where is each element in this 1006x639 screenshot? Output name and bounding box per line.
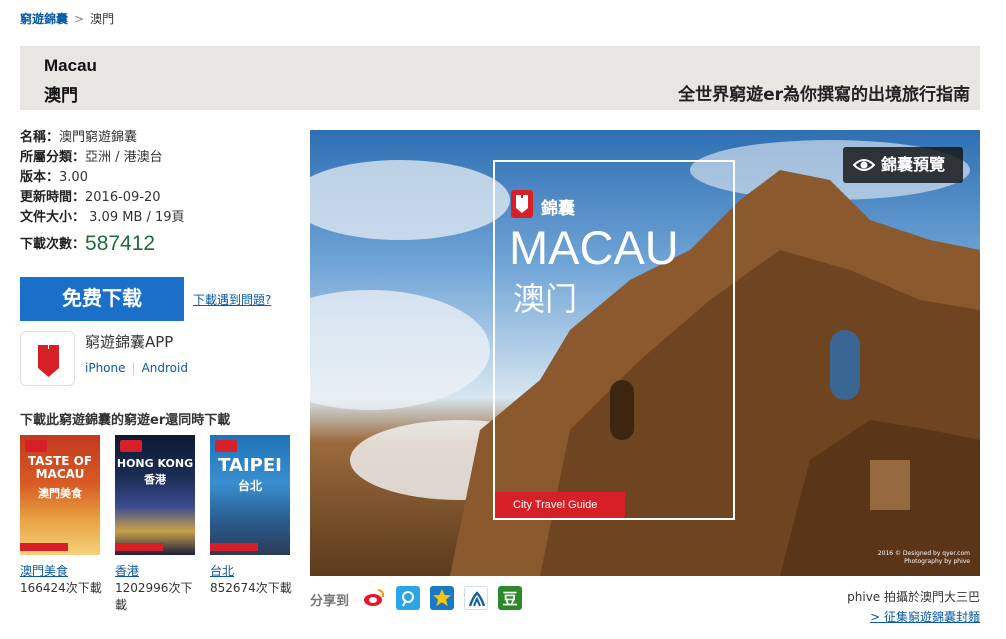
related-guide-count: 1202996次下載 [115,581,193,612]
android-link[interactable]: Android [142,361,188,375]
douban-icon[interactable]: 豆 [498,586,522,610]
page-title-zh: 澳門 [44,86,78,106]
qyer-badge-icon [120,440,142,452]
info-label: 所屬分類： [20,150,86,165]
cover-brand: 錦囊 [541,199,575,219]
related-guide-link[interactable]: 澳門美食 [20,562,68,579]
breadcrumb-root-link[interactable]: 窮遊錦囊 [20,12,68,26]
guide-info: 名稱：澳門窮遊錦囊 所屬分類：亞洲 / 港澳台 版本：3.00 更新時間：201… [20,128,300,255]
tencent-weibo-icon[interactable] [396,586,420,610]
qyer-logo-icon [38,345,59,377]
guide-preview-button[interactable]: 錦囊預覽 [843,147,963,183]
cover-strip [20,543,68,551]
info-label: 下載次數： [20,237,86,252]
cover-guide-label: City Travel Guide [495,492,625,518]
qyer-badge-icon [215,440,237,452]
download-count: 587412 [85,232,156,255]
info-label: 更新時間： [20,190,86,205]
breadcrumb-separator: > [74,12,85,26]
info-value: 亞洲 / 港澳台 [85,150,163,165]
qyer-logo-icon [511,190,533,218]
info-label: 文件大小： [20,210,86,225]
download-help-link[interactable]: 下載遇到問題? [193,291,271,308]
cover-title-zh: 澳門美食 [38,487,82,500]
eye-icon [853,159,875,171]
cover-strip [210,543,258,551]
related-guide-count: 166424次下載 [20,581,102,595]
photo-credit: phive 拍攝於澳門大三巴 [847,590,980,604]
info-label: 版本： [20,170,60,185]
also-downloaded-title: 下載此窮遊錦囊的窮遊er還同時下載 [20,413,231,428]
breadcrumb: 窮遊錦囊 > 澳門 [20,10,114,27]
renren-icon[interactable] [464,586,488,610]
iphone-link[interactable]: iPhone [85,361,126,375]
cover-title: TAIPEI [218,455,282,476]
page-title-en: Macau [44,56,97,75]
link-divider: | [131,361,136,375]
header-slogan: 全世界窮遊er為你撰寫的出境旅行指南 [678,85,970,105]
svg-text:豆: 豆 [502,590,517,608]
info-value: 澳門窮遊錦囊 [59,130,138,145]
cover-credit: 2016 © Designed by qyer.com Photography … [877,550,970,565]
app-name: 窮遊錦囊APP [85,333,174,351]
info-updated-row: 更新時間：2016-09-20 [20,188,300,208]
guide-cover-image[interactable]: 錦囊預覽 錦囊 MACAU 澳门 City Travel Guide 2016 … [310,130,980,576]
cover-title: TASTE OF MACAU [27,454,93,481]
free-download-button[interactable]: 免费下载 [20,277,184,321]
related-guide-link[interactable]: 台北 [210,562,234,579]
cover-title: HONG KONG [116,457,194,470]
info-category-row: 所屬分類：亞洲 / 港澳台 [20,148,300,168]
collect-cover-link[interactable]: > 征集窮遊錦囊封麵 [870,608,980,625]
related-guide-link[interactable]: 香港 [115,562,139,579]
cover-strip [115,543,163,551]
cover-title-zh: 香港 [144,473,166,486]
related-guide-cover[interactable]: HONG KONG 香港 [115,435,195,555]
info-value: 3.00 [59,170,88,185]
app-platform-links: iPhone | Android [85,361,188,375]
related-guide-cover[interactable]: TASTE OF MACAU 澳門美食 [20,435,100,555]
cover-card: 錦囊 MACAU 澳门 City Travel Guide [493,160,735,520]
info-downloads-row: 下載次數：587412 [20,232,300,255]
guide-header: Macau 澳門 全世界窮遊er為你撰寫的出境旅行指南 [20,46,980,110]
qyer-badge-icon [25,440,47,452]
cover-city-en: MACAU [509,221,679,274]
weibo-icon[interactable] [362,586,386,610]
breadcrumb-current: 澳門 [90,12,115,26]
info-name-row: 名稱：澳門窮遊錦囊 [20,128,300,148]
app-logo-icon[interactable] [20,331,75,386]
info-version-row: 版本：3.00 [20,168,300,188]
cover-city-zh: 澳门 [513,280,578,318]
info-size-row: 文件大小： 3.09 MB / 19頁 [20,208,300,228]
related-guide-cover[interactable]: TAIPEI 台北 [210,435,290,555]
preview-label: 錦囊預覽 [881,155,946,174]
related-guide-count: 852674次下載 [210,581,292,595]
info-value: 2016-09-20 [85,190,161,205]
info-value: 3.09 MB / 19頁 [85,210,185,225]
share-label: 分享到 [310,594,350,609]
cover-title-zh: 台北 [237,479,262,493]
qzone-icon[interactable] [430,586,454,610]
info-label: 名稱： [20,130,60,145]
